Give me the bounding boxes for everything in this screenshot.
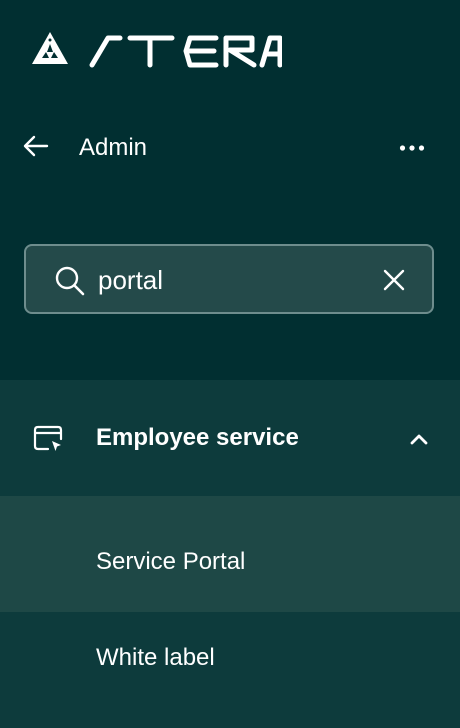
page-header: Admin xyxy=(0,120,460,176)
menu-item-label: White label xyxy=(96,644,215,671)
more-horizontal-icon xyxy=(399,145,425,151)
menu-item-service-portal[interactable]: Service Portal xyxy=(0,496,460,612)
more-options-button[interactable] xyxy=(388,130,436,166)
section-label: Employee service xyxy=(96,424,299,451)
arrow-left-icon xyxy=(23,135,49,157)
atera-logo[interactable] xyxy=(30,30,282,70)
page-title: Admin xyxy=(79,134,148,161)
browser-cursor-icon xyxy=(33,425,63,451)
chevron-up-icon[interactable] xyxy=(404,424,434,454)
close-icon xyxy=(383,269,405,291)
menu-item-white-label[interactable]: White label xyxy=(0,612,460,728)
section-employee-service[interactable]: Employee service xyxy=(0,380,460,496)
menu-item-label: Service Portal xyxy=(96,548,246,575)
search-box xyxy=(24,244,434,314)
atera-logo-mark xyxy=(32,32,282,68)
search-input[interactable] xyxy=(98,258,368,302)
admin-sidebar: Admin Employee service xyxy=(0,0,460,728)
search-icon xyxy=(55,266,85,296)
clear-search-button[interactable] xyxy=(378,264,410,296)
back-button[interactable] xyxy=(18,128,54,164)
